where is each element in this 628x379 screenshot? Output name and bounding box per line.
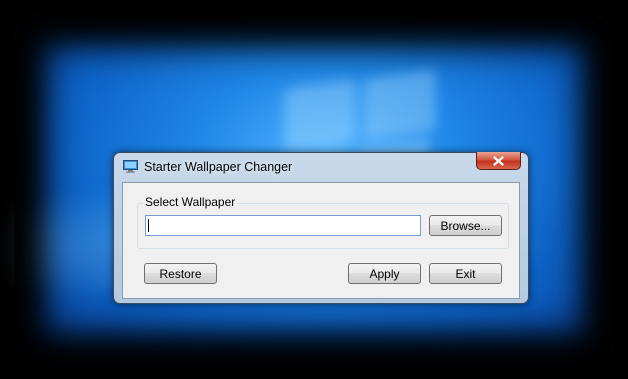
exit-button[interactable]: Exit — [429, 263, 502, 284]
restore-button[interactable]: Restore — [144, 263, 217, 284]
wallpaper-path-input[interactable] — [145, 215, 421, 236]
title-bar[interactable]: Starter Wallpaper Changer — [114, 152, 528, 181]
apply-button[interactable]: Apply — [348, 263, 421, 284]
wallpaper-changer-window: Starter Wallpaper Changer Select Wallpap… — [113, 152, 529, 304]
close-icon — [493, 155, 504, 166]
close-button[interactable] — [476, 152, 521, 170]
window-client-area: Select Wallpaper Browse... Restore Apply… — [122, 182, 520, 299]
group-label: Select Wallpaper — [143, 195, 238, 209]
monitor-icon — [123, 160, 138, 173]
text-caret — [148, 219, 149, 232]
window-title: Starter Wallpaper Changer — [144, 160, 293, 174]
browse-button[interactable]: Browse... — [429, 215, 502, 236]
